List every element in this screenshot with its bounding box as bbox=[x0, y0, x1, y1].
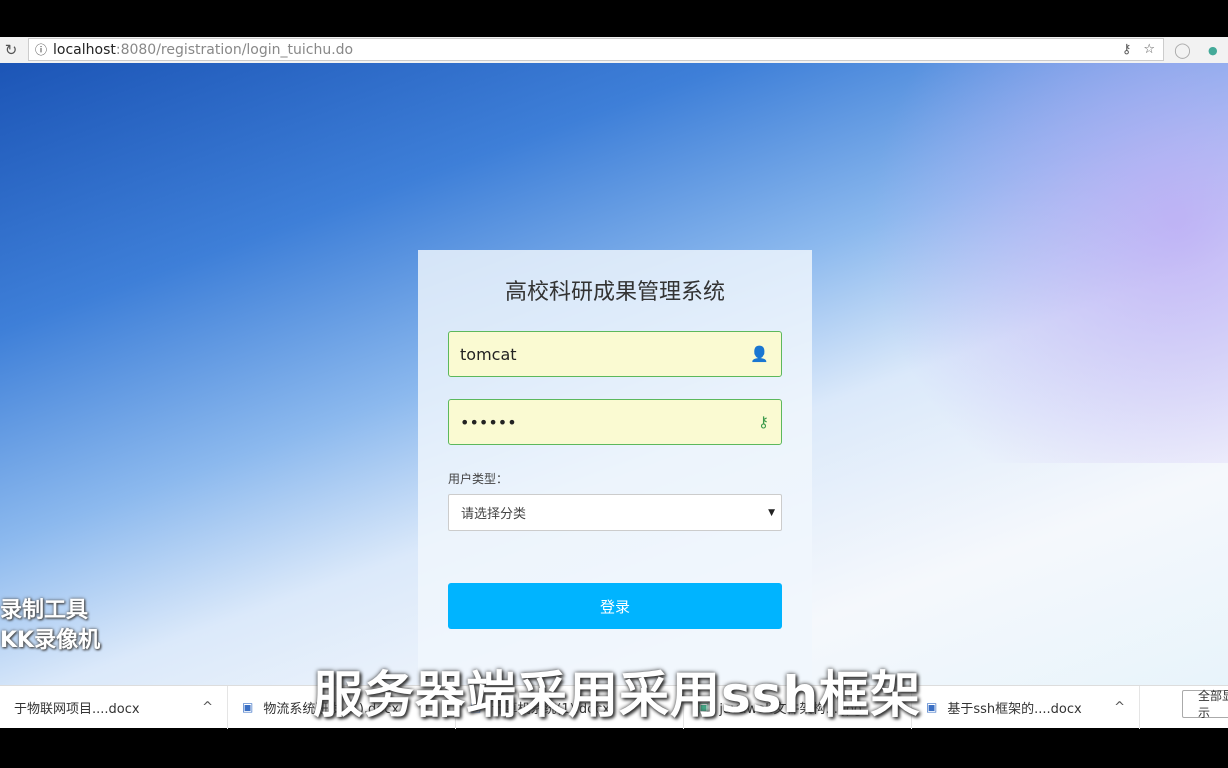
reload-icon[interactable]: ↻ bbox=[0, 41, 22, 59]
chevron-up-icon[interactable]: ^ bbox=[202, 700, 213, 715]
video-subtitle: 服务器端采用采用ssh框架 bbox=[313, 666, 922, 724]
extension-icon-2[interactable]: ● bbox=[1208, 44, 1218, 57]
login-page: 高校科研成果管理系统 tomcat 👤 •••••• ⚷ 用户类型： 请选择分类… bbox=[0, 63, 1228, 685]
user-type-label: 用户类型： bbox=[448, 472, 509, 486]
address-bar: ↻ ⓘ localhost:8080/registration/login_tu… bbox=[0, 37, 1228, 63]
word-file-icon: ▣ bbox=[242, 700, 254, 714]
download-name: 基于ssh框架的....docx bbox=[947, 701, 1082, 717]
key-icon[interactable]: ⚷ bbox=[1122, 42, 1132, 57]
username-value: tomcat bbox=[460, 344, 517, 364]
watermark-line: KK录像机 bbox=[0, 628, 101, 653]
show-all-button[interactable]: 全部显示 bbox=[1182, 689, 1228, 720]
info-icon[interactable]: ⓘ bbox=[35, 41, 47, 58]
url-host: localhost bbox=[53, 41, 116, 58]
key-icon: ⚷ bbox=[758, 413, 769, 431]
url-input[interactable]: ⓘ localhost:8080/registration/login_tuic… bbox=[28, 38, 1164, 61]
login-card: 高校科研成果管理系统 tomcat 👤 •••••• ⚷ 用户类型： 请选择分类… bbox=[418, 250, 812, 680]
password-input[interactable]: •••••• ⚷ bbox=[448, 399, 782, 445]
download-name: 于物联网项目....docx bbox=[14, 701, 140, 717]
user-type-value: 请选择分类 bbox=[461, 507, 527, 522]
user-icon: 👤 bbox=[750, 345, 769, 363]
login-button[interactable]: 登录 bbox=[448, 583, 782, 629]
extension-icon[interactable]: ◯ bbox=[1174, 41, 1191, 59]
chevron-up-icon[interactable]: ^ bbox=[1114, 700, 1125, 715]
watermark-line: 录制工具 bbox=[0, 598, 89, 623]
username-input[interactable]: tomcat 👤 bbox=[448, 331, 782, 377]
user-type-select[interactable]: 请选择分类 ▼ bbox=[448, 494, 782, 531]
chevron-down-icon: ▼ bbox=[768, 507, 775, 518]
star-icon[interactable]: ☆ bbox=[1143, 42, 1155, 57]
url-path: :8080/registration/login_tuichu.do bbox=[115, 41, 354, 58]
watermark-logo: 录制工具 KK录像机 bbox=[0, 596, 100, 656]
password-value: •••••• bbox=[460, 412, 517, 432]
page-title: 高校科研成果管理系统 bbox=[504, 280, 725, 305]
word-file-icon: ▣ bbox=[926, 700, 938, 714]
download-item[interactable]: ▣ 基于ssh框架的....docx ^ bbox=[912, 685, 1140, 729]
download-item[interactable]: 于物联网项目....docx ^ bbox=[0, 685, 228, 729]
